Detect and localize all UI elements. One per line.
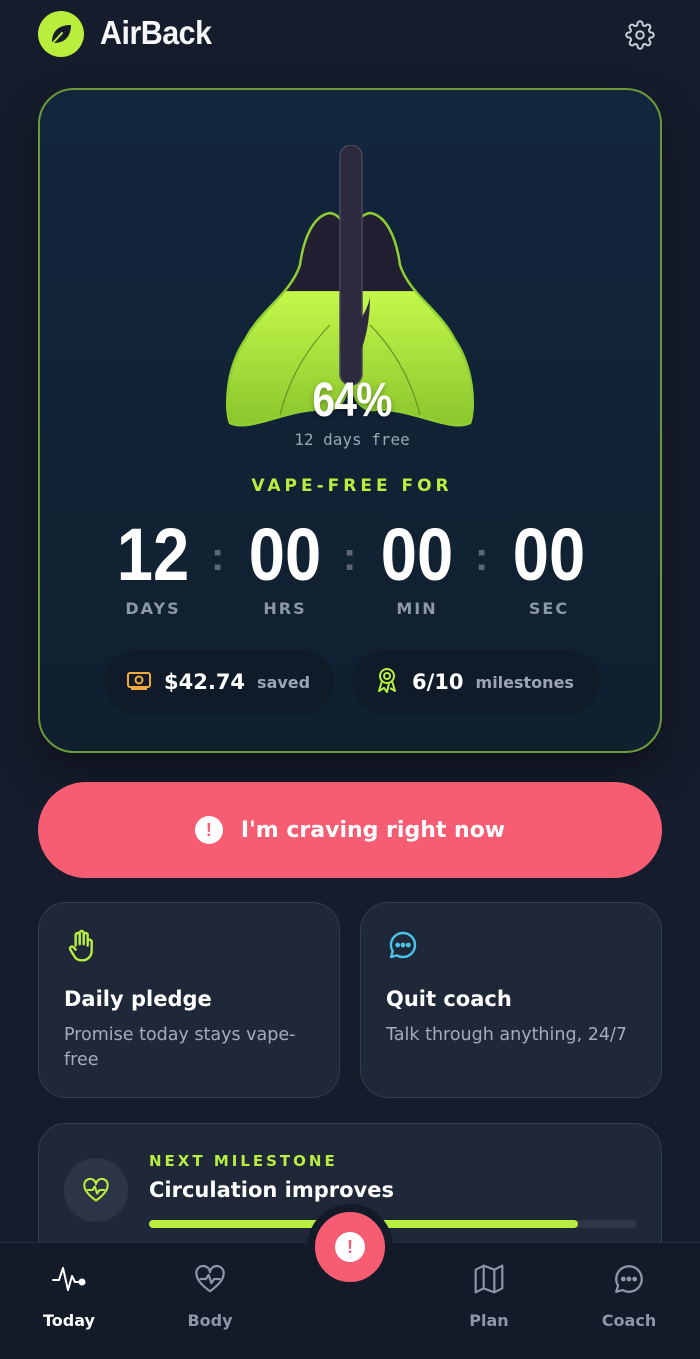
cash-icon xyxy=(126,669,152,695)
progress-hero-card: 64% 12 days free VAPE-FREE FOR 12 DAYS :… xyxy=(38,88,662,753)
next-milestone-title: Circulation improves xyxy=(149,1178,394,1202)
timer-hours: 00 HRS xyxy=(230,513,340,619)
quit-coach-card[interactable]: Quit coach Talk through anything, 24/7 xyxy=(360,902,662,1098)
timer-unit: HRS xyxy=(263,599,307,618)
milestones-value: 6/10 xyxy=(412,670,464,694)
sos-button[interactable]: ! xyxy=(307,1204,393,1290)
heart-pulse-icon xyxy=(64,1158,128,1222)
timer-unit: SEC xyxy=(528,599,570,618)
timer-minutes: 00 MIN xyxy=(362,513,472,619)
award-icon xyxy=(374,666,400,698)
timer-separator: : xyxy=(343,535,357,579)
alert-icon: ! xyxy=(194,816,223,844)
nav-label: Plan xyxy=(469,1311,509,1330)
chat-icon xyxy=(574,1261,684,1297)
vape-free-label: VAPE-FREE FOR xyxy=(251,476,453,496)
milestones-pill[interactable]: 6/10 milestones xyxy=(352,650,600,714)
app-title: AirBack xyxy=(100,14,212,51)
money-saved-value: $42.74 xyxy=(164,670,246,694)
card-title: Daily pledge xyxy=(64,987,212,1011)
next-milestone-label: NEXT MILESTONE xyxy=(149,1152,338,1170)
map-icon xyxy=(434,1261,544,1297)
activity-icon xyxy=(14,1261,124,1297)
card-title: Quit coach xyxy=(386,987,512,1011)
craving-button[interactable]: ! I'm craving right now xyxy=(38,782,662,878)
nav-today[interactable]: Today xyxy=(14,1261,124,1330)
app-header: AirBack xyxy=(0,0,700,72)
nav-coach[interactable]: Coach xyxy=(574,1261,684,1330)
timer-value: 00 xyxy=(248,513,322,596)
timer-separator: : xyxy=(475,535,489,579)
money-saved-pill[interactable]: $42.74 saved xyxy=(104,650,334,714)
craving-button-label: I'm craving right now xyxy=(240,817,506,843)
countdown-timer: 12 DAYS : 00 HRS : 00 MIN : 00 SEC xyxy=(40,515,664,625)
daily-pledge-card[interactable]: Daily pledge Promise today stays vape-fr… xyxy=(38,902,340,1098)
timer-separator: : xyxy=(211,535,225,579)
timer-unit: DAYS xyxy=(125,599,181,618)
lung-recovery-percent: 64% xyxy=(312,374,392,427)
days-free-text: 12 days free xyxy=(294,430,410,449)
leaf-icon xyxy=(38,11,84,57)
heart-pulse-icon xyxy=(155,1261,265,1297)
timer-value: 00 xyxy=(380,513,454,596)
card-subtitle: Talk through anything, 24/7 xyxy=(386,1025,628,1045)
card-subtitle: Promise today stays vape-free xyxy=(64,1025,296,1070)
timer-days: 12 DAYS xyxy=(98,513,208,619)
nav-body[interactable]: Body xyxy=(155,1261,265,1330)
money-saved-label: saved xyxy=(257,672,311,692)
gear-icon[interactable] xyxy=(622,17,658,53)
milestone-progress-bar xyxy=(149,1220,637,1228)
timer-unit: MIN xyxy=(396,599,438,618)
chat-icon xyxy=(387,929,419,965)
timer-value: 00 xyxy=(512,513,586,596)
nav-label: Body xyxy=(187,1311,233,1330)
alert-icon: ! xyxy=(335,1232,365,1262)
nav-label: Today xyxy=(43,1311,95,1330)
hand-icon xyxy=(65,929,97,965)
milestones-label: milestones xyxy=(475,672,574,692)
nav-plan[interactable]: Plan xyxy=(434,1261,544,1330)
timer-seconds: 00 SEC xyxy=(494,513,604,619)
timer-value: 12 xyxy=(116,513,190,596)
nav-label: Coach xyxy=(601,1311,657,1330)
